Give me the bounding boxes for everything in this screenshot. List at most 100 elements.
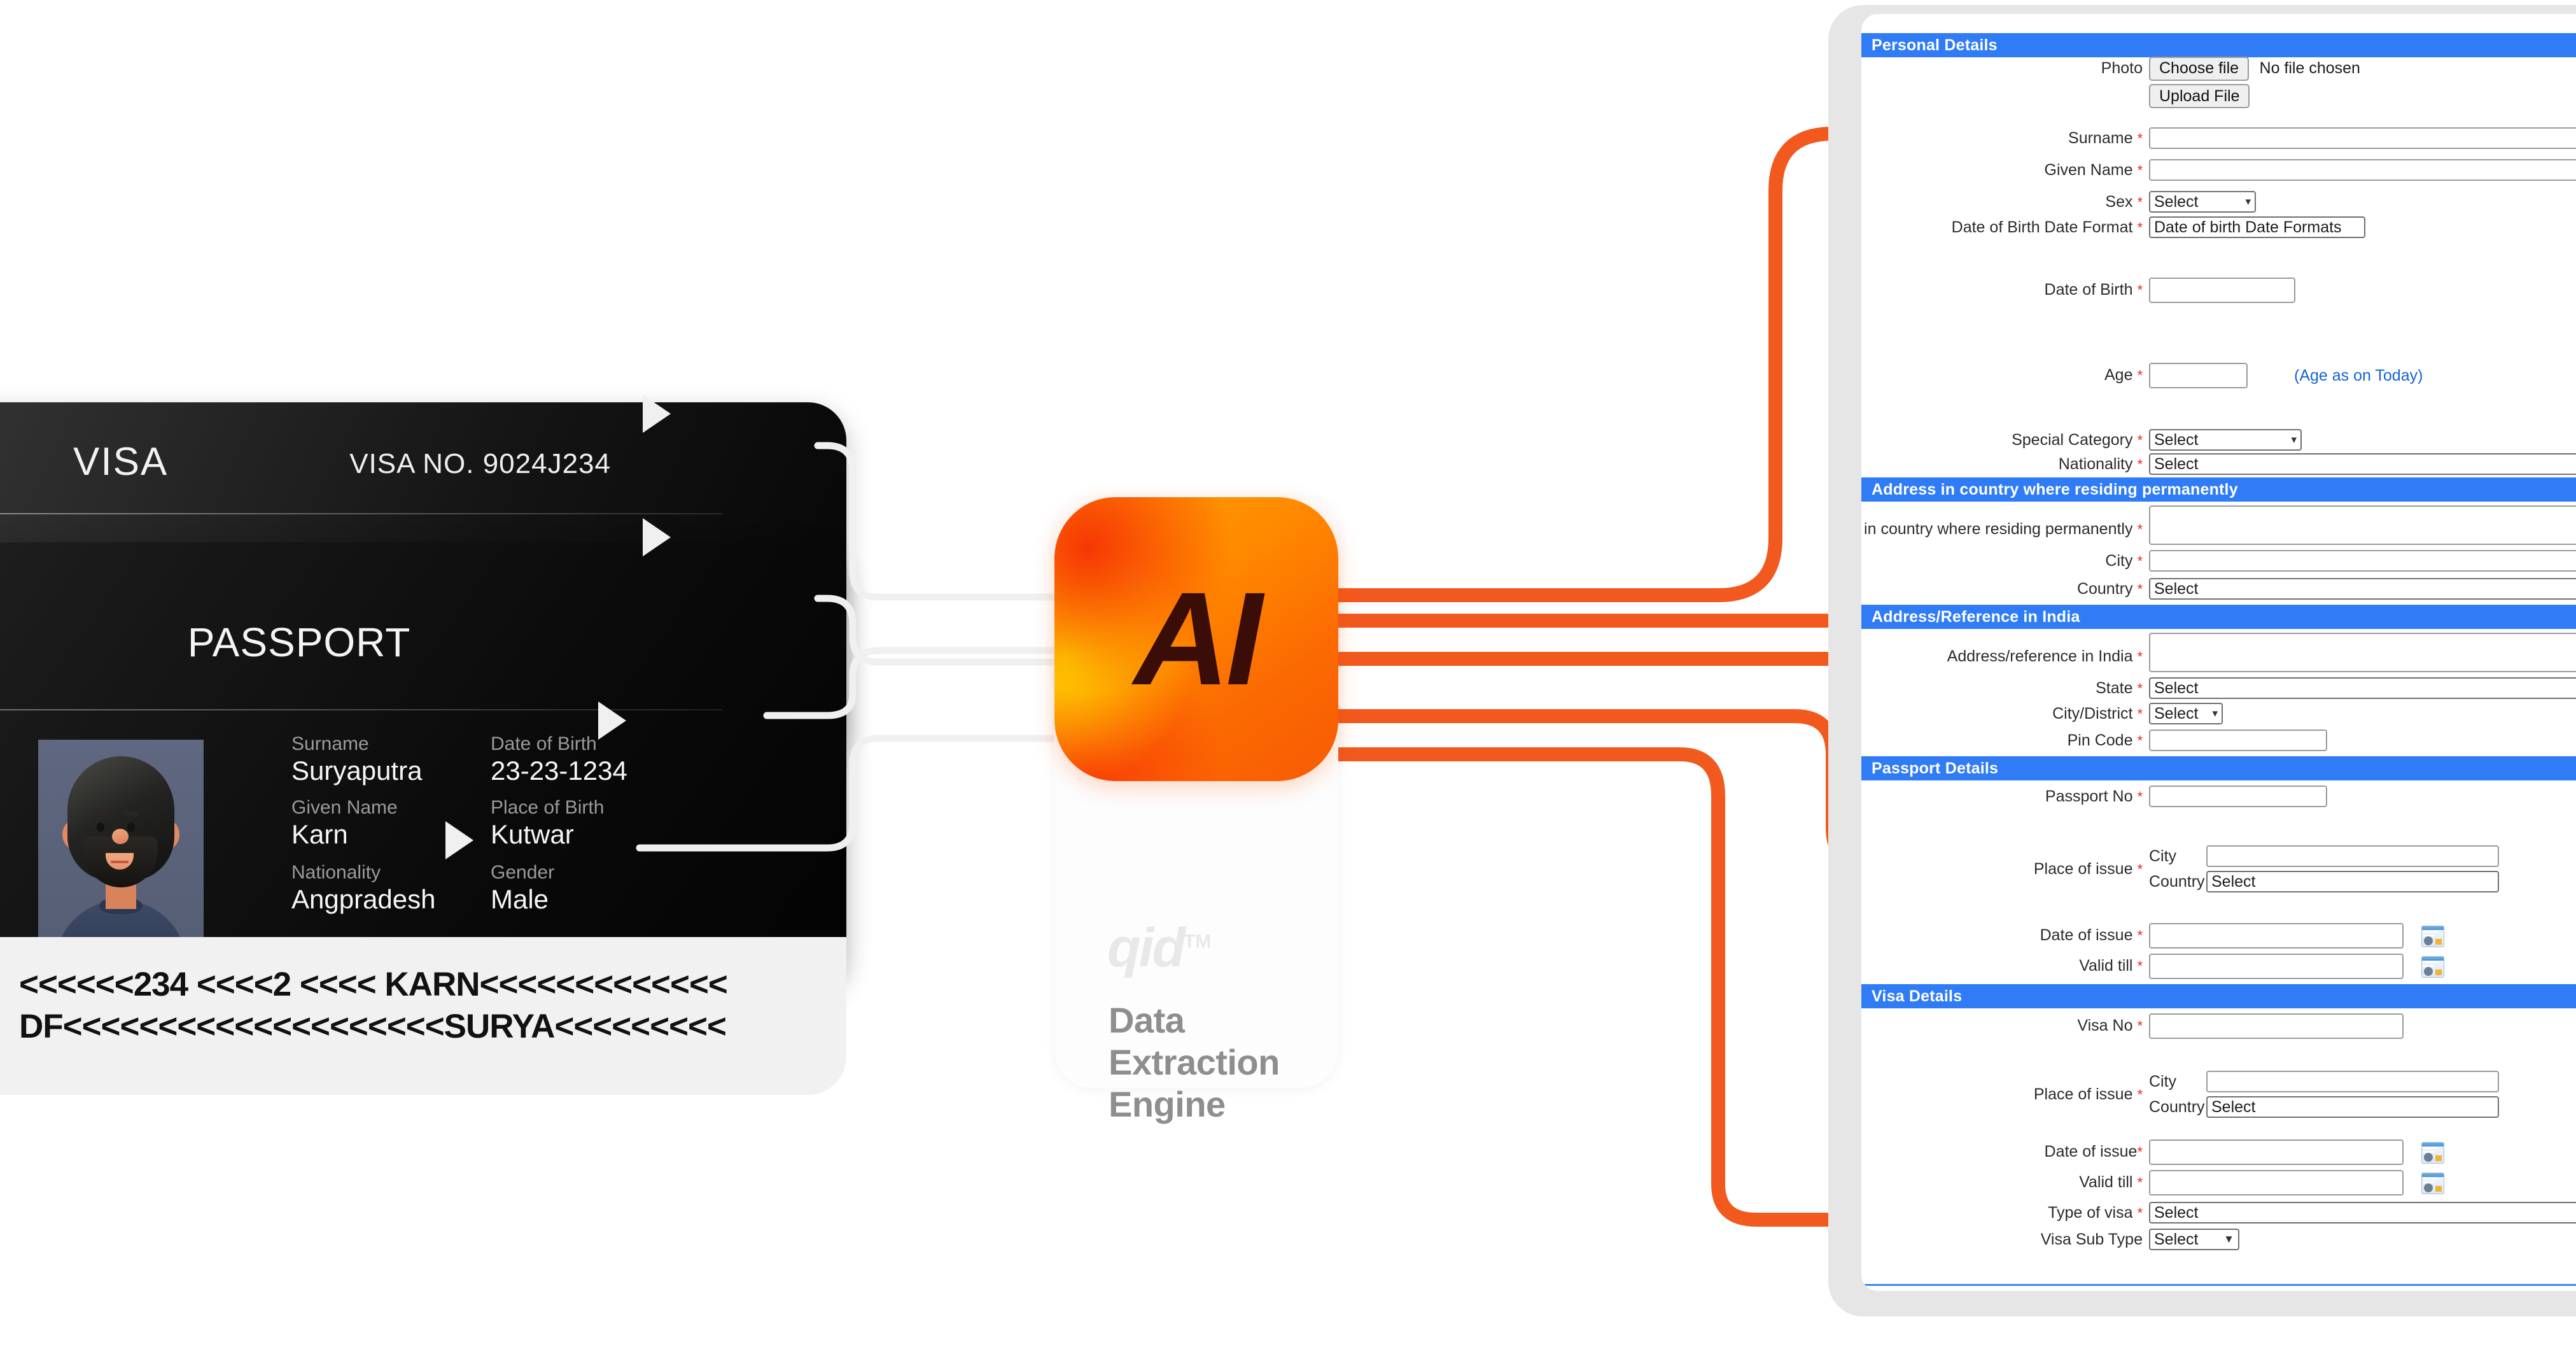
required-marker: * — [2137, 680, 2143, 696]
label-age: Age * — [2104, 366, 2143, 384]
surname-input[interactable] — [2149, 127, 2576, 149]
section-header-personal-details: Personal Details — [1861, 33, 2576, 57]
required-marker: * — [2137, 958, 2143, 974]
chevron-down-icon: ▾ — [2212, 707, 2218, 719]
machine-readable-zone: <<<<<<234 <<<<2 <<<< KARN<<<<<<<<<<<<< D… — [0, 937, 846, 1095]
required-marker: * — [2137, 1018, 2143, 1034]
visa-issue-country-select[interactable]: Select — [2206, 1096, 2499, 1118]
required-marker: * — [2137, 927, 2143, 943]
state-select[interactable]: Select — [2149, 677, 2576, 699]
passport-field-gender: Gender Male — [491, 862, 554, 915]
required-marker: * — [2137, 706, 2143, 722]
engine-tagline: Data Extraction Engine — [1109, 1000, 1280, 1125]
field-label: Place of Birth — [491, 797, 605, 818]
required-marker: * — [2137, 162, 2143, 178]
field-label: Surname — [291, 733, 369, 754]
chevron-down-icon: ▾ — [2291, 434, 2297, 446]
required-marker: * — [2137, 282, 2143, 298]
permanent-city-input[interactable] — [2149, 550, 2576, 572]
visa-issue-city-input[interactable] — [2206, 1071, 2499, 1092]
visa-issue-country-value: Select — [2211, 1098, 2256, 1116]
label-visa-valid-till: Valid till * — [2079, 1173, 2143, 1191]
field-label: Nationality — [291, 862, 381, 883]
upload-file-button[interactable]: Upload File — [2149, 84, 2250, 108]
calendar-icon[interactable] — [2421, 926, 2444, 947]
type-of-visa-select[interactable]: Select — [2149, 1202, 2576, 1223]
passport-issue-city-input[interactable] — [2206, 845, 2499, 867]
label-visa-date-of-issue: Date of issue* — [2044, 1143, 2143, 1160]
visa-valid-till-input[interactable] — [2149, 1170, 2404, 1195]
india-address-textarea[interactable] — [2149, 633, 2576, 672]
visa-application-form: Personal Details Photo Choose file No fi… — [1861, 14, 2576, 1291]
passport-date-of-issue-input[interactable] — [2149, 923, 2404, 948]
section-header-permanent-address: Address in country where residing perman… — [1861, 477, 2576, 502]
required-marker: * — [2137, 553, 2143, 569]
white-link-passport — [814, 595, 1058, 666]
form-bottom-rule — [1861, 1284, 2576, 1286]
label-pin-code: Pin Code * — [2067, 731, 2143, 749]
type-of-visa-value: Select — [2154, 1204, 2199, 1222]
label-visa-place-of-issue: Place of issue * — [2033, 1085, 2143, 1103]
label-sex: Sex * — [2105, 193, 2143, 211]
label-permanent-country: Country * — [2076, 580, 2143, 598]
pin-code-input[interactable] — [2149, 730, 2327, 751]
label-visa-no: Visa No * — [2077, 1017, 2143, 1034]
label-given-name: Given Name * — [2044, 161, 2143, 179]
visa-sub-type-select[interactable]: Select ▼ — [2149, 1229, 2239, 1250]
passport-no-input[interactable] — [2149, 786, 2327, 807]
passport-card: PASSPORT Surname Suryaputra Date of Birt… — [0, 542, 846, 988]
mrz-line-2: DF<<<<<<<<<<<<<<<<<<<<SURYA<<<<<<<<< — [19, 1008, 727, 1045]
field-value: Karn — [291, 819, 348, 849]
calendar-icon[interactable] — [2421, 1173, 2444, 1194]
required-marker: * — [2137, 432, 2143, 448]
required-marker: * — [2137, 789, 2143, 805]
city-district-select[interactable]: Select ▾ — [2149, 703, 2223, 724]
nationality-value: Select — [2154, 455, 2199, 473]
choose-file-button[interactable]: Choose file — [2149, 56, 2250, 81]
sublabel-passport-issue-city: City — [2149, 847, 2177, 865]
permanent-country-value: Select — [2154, 580, 2199, 598]
required-marker: * — [2137, 220, 2143, 236]
required-marker: * — [2137, 130, 2143, 146]
passport-title: PASSPORT — [187, 619, 411, 665]
visa-sub-type-value: Select — [2154, 1231, 2199, 1248]
visa-divider — [0, 513, 722, 514]
chevron-down-icon: ▼ — [2223, 1233, 2234, 1245]
given-name-input[interactable] — [2149, 159, 2576, 181]
required-marker: * — [2137, 521, 2143, 537]
required-marker: * — [2137, 456, 2143, 472]
date-of-birth-input[interactable] — [2149, 278, 2295, 303]
field-value: Kutwar — [491, 819, 574, 849]
passport-issue-country-select[interactable]: Select — [2206, 871, 2499, 892]
label-india-address: Address/reference in India * — [1947, 647, 2143, 665]
date-of-birth-format-select[interactable]: Date of birth Date Formats — [2149, 216, 2365, 238]
white-link-visa-no — [814, 442, 1058, 601]
passport-valid-till-input[interactable] — [2149, 954, 2404, 979]
label-passport-valid-till: Valid till * — [2079, 957, 2143, 975]
passport-issue-country-value: Select — [2211, 873, 2256, 891]
calendar-icon[interactable] — [2421, 1142, 2444, 1164]
date-of-birth-format-value: Date of birth Date Formats — [2154, 218, 2342, 236]
passport-field-nationality: Nationality Angpradesh — [291, 862, 436, 915]
visa-date-of-issue-input[interactable] — [2149, 1139, 2404, 1165]
sex-select[interactable]: Select ▾ — [2149, 191, 2256, 213]
visa-number-label: VISA NO. 9024J234 — [349, 448, 611, 479]
qid-brand-text: qid — [1107, 917, 1186, 978]
no-file-chosen-text: No file chosen — [2259, 59, 2360, 77]
permanent-address-textarea[interactable] — [2149, 505, 2576, 545]
calendar-icon[interactable] — [2421, 956, 2444, 978]
state-value: Select — [2154, 679, 2199, 697]
required-marker: * — [2137, 581, 2143, 597]
age-input[interactable] — [2149, 363, 2248, 388]
source-document-stack: VISA VISA NO. 9024J234 PASSPORT Surname — [0, 395, 846, 1095]
visa-no-input[interactable] — [2149, 1013, 2404, 1039]
required-marker: * — [2137, 367, 2143, 383]
special-category-select[interactable]: Select ▾ — [2149, 429, 2302, 451]
required-marker: * — [2137, 1087, 2143, 1103]
nationality-select[interactable]: Select — [2149, 453, 2576, 475]
qid-brand-logo: qidTM — [1107, 917, 1211, 980]
required-marker: * — [2137, 861, 2143, 877]
label-state: State * — [2096, 679, 2143, 697]
permanent-country-select[interactable]: Select — [2149, 578, 2576, 600]
city-district-value: Select — [2154, 705, 2199, 723]
